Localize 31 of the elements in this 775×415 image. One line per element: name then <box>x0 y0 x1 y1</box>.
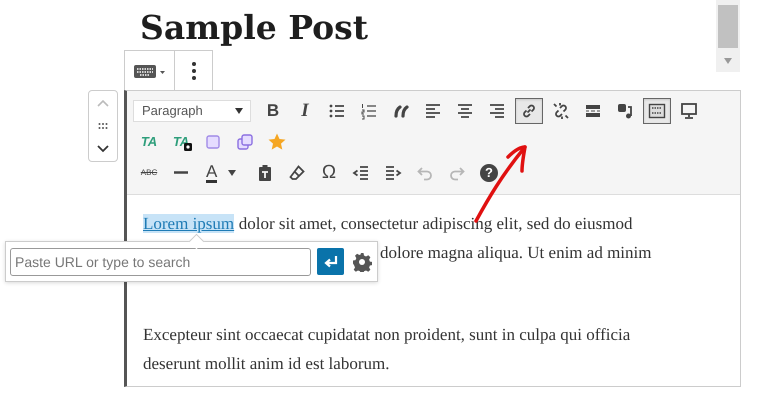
special-character-button[interactable]: Ω <box>315 160 343 186</box>
caret-icon <box>234 108 244 114</box>
move-down-icon[interactable] <box>96 144 110 154</box>
italic-button[interactable]: I <box>291 98 319 124</box>
strikethrough-button[interactable]: ABC <box>135 160 163 186</box>
keyboard-icon <box>132 62 167 78</box>
toolbar-toggle-button[interactable] <box>643 98 671 124</box>
squares-icon <box>235 132 255 152</box>
vertical-dots-icon <box>190 60 197 80</box>
paragraph-text: dolor sit amet, consectetur adipiscing elit, sed do eiusmod <box>238 214 632 233</box>
enter-icon <box>322 254 338 268</box>
scrollbar-thumb[interactable] <box>718 5 738 48</box>
broken-link-icon <box>551 100 571 120</box>
paragraph: Excepteur sint occaecat cupidatat non proident, sunt in culpa qui officia deserunt mollit anim id est laborum. <box>143 324 632 375</box>
caret-icon <box>227 170 238 176</box>
star-icon <box>267 132 287 152</box>
drag-handle-icon[interactable] <box>98 122 108 130</box>
link-button[interactable] <box>515 98 543 124</box>
help-button[interactable]: ? <box>475 160 503 186</box>
settings-icon[interactable] <box>352 252 372 272</box>
bold-button[interactable]: B <box>259 98 287 124</box>
text-color-button[interactable]: A <box>199 160 247 186</box>
url-input-field[interactable]: Paste URL or type to search <box>10 248 311 276</box>
line-icon <box>174 171 188 174</box>
apply-button[interactable] <box>317 248 344 275</box>
paragraph-text: dolore magna aliqua. Ut enim ad minim <box>380 243 652 262</box>
scrollbar[interactable] <box>716 0 740 72</box>
format-select[interactable]: Paragraph <box>133 100 251 122</box>
monitor-icon <box>679 100 699 120</box>
post-title: Sample Post <box>139 7 368 49</box>
eraser-icon <box>287 162 307 182</box>
